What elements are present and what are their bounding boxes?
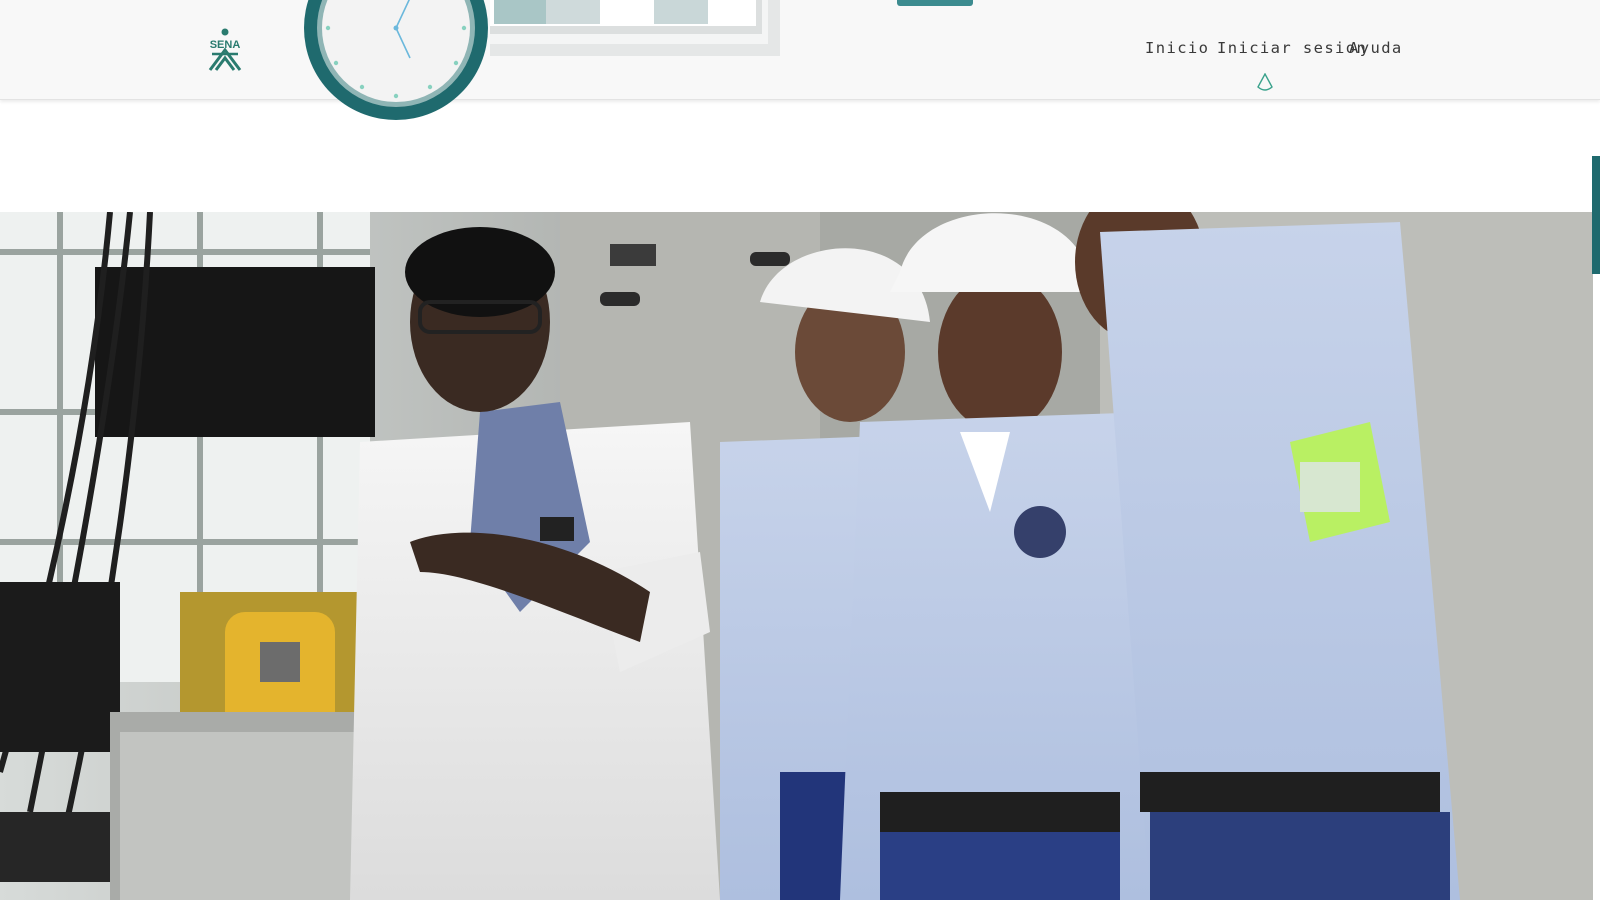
clock-decoration-icon — [304, 0, 488, 120]
active-nav-indicator-icon — [1257, 73, 1273, 91]
nav-item-inicio[interactable]: Inicio — [1145, 39, 1209, 57]
sena-logo[interactable]: SENA — [204, 28, 246, 72]
nav-item-ayuda[interactable]: Ayuda — [1349, 39, 1403, 57]
decorative-blocks — [490, 0, 780, 56]
accent-tab — [897, 0, 973, 6]
nav-item-iniciar-sesion[interactable]: Iniciar sesion — [1217, 39, 1367, 57]
site-header: SENA Inicio Iniciar sesion Ayuda — [0, 0, 1600, 100]
side-accent-bar — [1592, 156, 1600, 274]
hero-photo — [0, 212, 1593, 900]
hero-illustration — [0, 212, 1593, 900]
